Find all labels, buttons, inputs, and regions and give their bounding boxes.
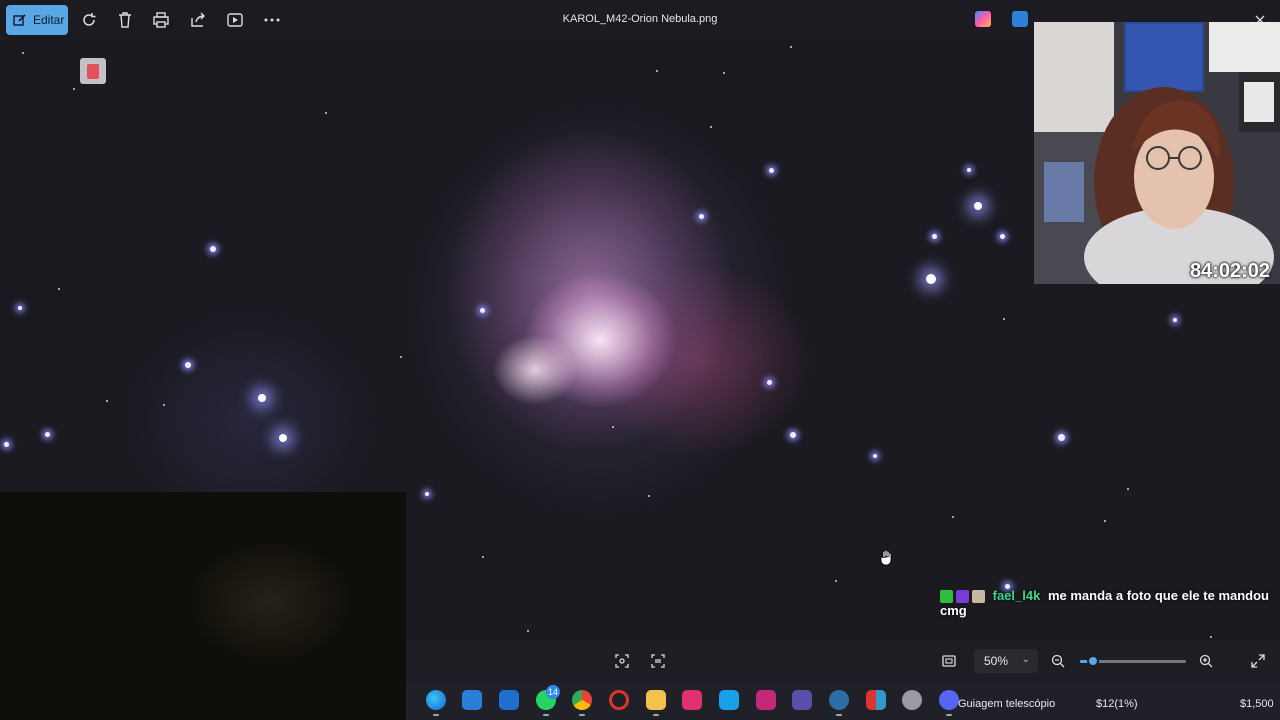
fullscreen-icon[interactable] — [1250, 653, 1266, 669]
chat-username: fael_l4k — [992, 588, 1041, 603]
stellarium-icon[interactable] — [792, 690, 812, 710]
store-icon[interactable] — [462, 690, 482, 710]
zoom-slider-thumb[interactable] — [1086, 655, 1099, 667]
fit-to-window-icon[interactable] — [941, 653, 957, 669]
star — [612, 426, 614, 428]
star — [163, 404, 165, 406]
zoom-level-value: 50% — [984, 654, 1009, 668]
star — [482, 556, 484, 558]
badge-check-icon — [940, 590, 953, 604]
star — [974, 202, 982, 210]
zoom-slider[interactable] — [1080, 655, 1186, 667]
star — [73, 88, 75, 90]
star — [767, 380, 772, 385]
chevron-down-icon: ⌄ — [1021, 654, 1030, 665]
telescope-camera-overlay — [0, 492, 406, 720]
star — [1003, 318, 1005, 320]
star — [210, 246, 216, 252]
app-grid-icon[interactable] — [866, 690, 886, 710]
star — [22, 52, 24, 54]
stream-timer: 84:02:02 — [1189, 260, 1270, 282]
app-pink-icon[interactable] — [682, 690, 702, 710]
badge-verified-icon — [956, 590, 969, 604]
visual-search-icon[interactable] — [650, 653, 666, 669]
star — [18, 306, 22, 310]
star — [926, 274, 936, 284]
star — [1127, 488, 1129, 490]
app-blue-icon[interactable] — [719, 690, 739, 710]
star — [710, 126, 712, 128]
zoom-in-icon[interactable] — [1198, 653, 1214, 669]
ticker-value: $12(1%) — [1096, 698, 1138, 710]
star — [1104, 520, 1106, 522]
discord-icon[interactable] — [939, 690, 959, 716]
star — [425, 492, 429, 496]
star — [952, 516, 954, 518]
hand-cursor-icon — [880, 549, 892, 566]
star — [400, 356, 402, 358]
star — [1000, 234, 1005, 239]
badge-avatar-icon — [972, 590, 985, 604]
star — [58, 288, 60, 290]
star — [4, 442, 9, 447]
edge-icon[interactable] — [426, 690, 446, 716]
star — [1058, 434, 1065, 441]
app-badge-icon — [80, 58, 106, 84]
star — [527, 630, 529, 632]
star — [656, 70, 658, 72]
star — [723, 72, 725, 74]
star — [835, 580, 837, 582]
crop-view-icon[interactable] — [614, 653, 630, 669]
app-magenta-icon[interactable] — [756, 690, 776, 710]
star — [258, 394, 266, 402]
streamer-camera-image — [1034, 22, 1280, 284]
star — [279, 434, 287, 442]
star — [769, 168, 774, 173]
file-explorer-icon[interactable] — [646, 690, 666, 716]
star — [1173, 318, 1177, 322]
chrome-icon[interactable] — [572, 690, 592, 716]
webcam-overlay: 84:02:02 — [1034, 22, 1280, 284]
chat-message: fael_l4k me manda a foto que ele te mand… — [940, 588, 1275, 618]
star — [45, 432, 50, 437]
chat-badges — [940, 590, 985, 604]
zoom-out-icon[interactable] — [1050, 653, 1066, 669]
star — [873, 454, 877, 458]
star — [1210, 636, 1212, 638]
camera-app-icon[interactable] — [829, 690, 849, 716]
viewer-bottom-bar: 50% ⌄ — [406, 640, 1280, 682]
star — [480, 308, 485, 313]
ticker-price: $1,500 — [1240, 698, 1274, 710]
opera-icon[interactable] — [609, 690, 629, 710]
star — [967, 168, 971, 172]
star — [699, 214, 704, 219]
star — [106, 400, 108, 402]
star — [325, 112, 327, 114]
taskbar: 14 Guiagem telescópio $12(1%) $1,500 — [406, 682, 1280, 720]
designer-icon[interactable] — [1012, 11, 1028, 27]
vpn-icon[interactable] — [499, 690, 519, 710]
star — [932, 234, 937, 239]
zoom-level-dropdown[interactable]: 50% ⌄ — [974, 649, 1038, 673]
star — [790, 46, 792, 48]
ticker-label: Guiagem telescópio — [958, 698, 1056, 710]
chat-text: me manda a foto que ele te mandou cmg — [940, 588, 1269, 619]
copilot-icon[interactable] — [975, 11, 991, 27]
star — [648, 495, 650, 497]
whatsapp-badge: 14 — [546, 685, 560, 699]
app-gray-icon[interactable] — [902, 690, 922, 710]
star — [790, 432, 796, 438]
star — [185, 362, 191, 368]
